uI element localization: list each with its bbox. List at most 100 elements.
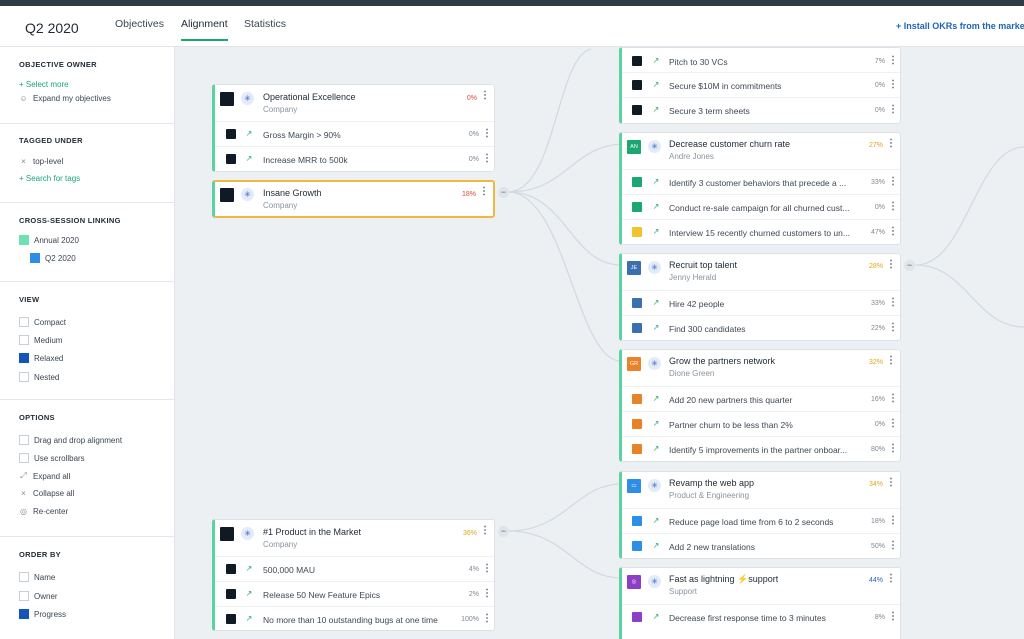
more-menu-icon[interactable]: ⋮ (888, 227, 898, 237)
key-result-row[interactable]: ↗ 500,000 MAU 4% ⋮ (215, 557, 494, 582)
objective-card-insane-growth[interactable]: ✳ Insane Growth Company 18% ⋮ (212, 180, 495, 218)
more-menu-icon[interactable]: ⋮ (886, 260, 896, 270)
key-result-row[interactable]: ↗ No more than 10 outstanding bugs at on… (215, 607, 494, 632)
collapse-all-button[interactable]: × Collapse all (19, 489, 74, 498)
checkbox[interactable] (19, 591, 29, 601)
key-result-row[interactable]: ↗ Hire 42 people 33% ⋮ (622, 291, 900, 316)
key-result-row[interactable]: ↗ Add 2 new translations 50% ⋮ (622, 534, 900, 559)
tab-statistics[interactable]: Statistics (244, 18, 286, 39)
more-menu-icon[interactable]: ⋮ (482, 589, 492, 599)
checkbox[interactable] (19, 572, 29, 582)
view-option-medium[interactable]: Medium (19, 335, 62, 345)
key-result-row[interactable]: ↗ Gross Margin > 90% 0% ⋮ (215, 122, 494, 147)
key-result-row[interactable]: ↗ Reduce page load time from 6 to 2 seco… (622, 509, 900, 534)
option-scrollbars[interactable]: Use scrollbars (19, 453, 85, 463)
objective-name[interactable]: Revamp the web app (669, 478, 754, 488)
more-menu-icon[interactable]: ⋮ (888, 80, 898, 90)
expand-all-button[interactable]: ⤢ Expand all (19, 471, 70, 481)
objective-name[interactable]: Operational Excellence (263, 92, 356, 102)
more-menu-icon[interactable]: ⋮ (888, 612, 898, 622)
session-q2-2020[interactable]: Q2 2020 (30, 253, 76, 263)
search-tags-link[interactable]: + Search for tags (19, 174, 80, 183)
checkbox[interactable] (19, 335, 29, 345)
objective-card-recruit[interactable]: JE ✳ Recruit top talent Jenny Herald 28%… (619, 253, 901, 341)
checkbox-checked[interactable] (19, 353, 29, 363)
objective-card-fundraising[interactable]: ↗ Pitch to 30 VCs 7% ⋮ ↗ Secure $10M in … (619, 47, 901, 124)
key-result-row[interactable]: ↗ Add 20 new partners this quarter 16% ⋮ (622, 387, 900, 412)
more-menu-icon[interactable]: ⋮ (888, 298, 898, 308)
objective-name[interactable]: Decrease customer churn rate (669, 139, 790, 149)
collapse-toggle[interactable]: − (498, 526, 509, 537)
recenter-button[interactable]: ◎ Re-center (19, 507, 68, 516)
objective-card-partners[interactable]: GR ✳ Grow the partners network Dione Gre… (619, 349, 901, 462)
checkbox[interactable] (19, 453, 29, 463)
key-result-row[interactable]: ↗ Conduct re-sale campaign for all churn… (622, 195, 900, 220)
objective-name[interactable]: Grow the partners network (669, 356, 775, 366)
key-result-row[interactable]: ↗ Increase MRR to 500k 0% ⋮ (215, 147, 494, 172)
key-result-row[interactable]: ↗ Partner churn to be less than 2% 0% ⋮ (622, 412, 900, 437)
more-menu-icon[interactable]: ⋮ (888, 516, 898, 526)
objective-name[interactable]: Insane Growth (263, 188, 322, 198)
more-menu-icon[interactable]: ⋮ (482, 154, 492, 164)
more-menu-icon[interactable]: ⋮ (888, 177, 898, 187)
alignment-canvas[interactable]: ✳ Operational Excellence Company 0% ⋮ ↗ … (176, 47, 1024, 639)
objective-name[interactable]: Recruit top talent (669, 260, 737, 270)
option-drag-drop[interactable]: Drag and drop alignment (19, 435, 122, 445)
key-result-row[interactable]: ↗ Secure 3 term sheets 0% ⋮ (622, 98, 900, 123)
more-menu-icon[interactable]: ⋮ (888, 394, 898, 404)
more-menu-icon[interactable]: ⋮ (888, 541, 898, 551)
key-result-row[interactable]: ↗ Pitch to 30 VCs 7% ⋮ (622, 48, 900, 73)
more-menu-icon[interactable]: ⋮ (888, 323, 898, 333)
expand-my-objectives[interactable]: ☺ Expand my objectives (19, 94, 110, 103)
select-more-link[interactable]: + Select more (19, 80, 69, 89)
checkbox[interactable] (19, 372, 29, 382)
view-option-compact[interactable]: Compact (19, 317, 66, 327)
more-menu-icon[interactable]: ⋮ (888, 444, 898, 454)
key-result-row[interactable]: ↗ Secure $10M in commitments 0% ⋮ (622, 73, 900, 98)
key-result-row[interactable]: ↗ Decrease first response time to 3 minu… (622, 605, 900, 630)
more-menu-icon[interactable]: ⋮ (888, 56, 898, 66)
objective-card-churn[interactable]: AN ✳ Decrease customer churn rate Andre … (619, 132, 901, 245)
tab-alignment[interactable]: Alignment (181, 18, 228, 41)
checkbox[interactable] (19, 317, 29, 327)
tab-objectives[interactable]: Objectives (115, 18, 164, 39)
install-okrs-link[interactable]: + Install OKRs from the marke (896, 21, 1024, 31)
key-result-row[interactable]: ↗ Interview 15 recently churned customer… (622, 220, 900, 245)
objective-name[interactable]: Fast as lightning ⚡support (669, 574, 778, 585)
more-menu-icon[interactable]: ⋮ (482, 564, 492, 574)
order-option-owner[interactable]: Owner (19, 591, 58, 601)
collapse-toggle[interactable]: − (498, 187, 509, 198)
more-menu-icon[interactable]: ⋮ (482, 614, 492, 624)
more-menu-icon[interactable]: ⋮ (886, 356, 896, 366)
key-result-row[interactable]: ↗ Identify 3 customer behaviors that pre… (622, 170, 900, 195)
objective-card-support[interactable]: ◎ ✳ Fast as lightning ⚡support Support 4… (619, 567, 901, 639)
collapse-toggle[interactable]: − (904, 260, 915, 271)
remove-tag-icon[interactable]: × (19, 157, 28, 166)
objective-card-product[interactable]: ✳ #1 Product in the Market Company 36% ⋮… (212, 519, 495, 631)
more-menu-icon[interactable]: ⋮ (888, 419, 898, 429)
objective-card-operational-excellence[interactable]: ✳ Operational Excellence Company 0% ⋮ ↗ … (212, 84, 495, 172)
more-menu-icon[interactable]: ⋮ (480, 526, 490, 536)
checkbox-checked[interactable] (19, 609, 29, 619)
more-menu-icon[interactable]: ⋮ (888, 202, 898, 212)
session-title[interactable]: Q2 2020 (25, 20, 79, 36)
more-menu-icon[interactable]: ⋮ (482, 129, 492, 139)
more-menu-icon[interactable]: ⋮ (888, 105, 898, 115)
objective-name[interactable]: #1 Product in the Market (263, 527, 361, 537)
session-annual-2020[interactable]: Annual 2020 (19, 235, 79, 245)
checkbox[interactable] (19, 435, 29, 445)
key-result-row[interactable]: ↗ Find 300 candidates 22% ⋮ (622, 316, 900, 341)
order-option-progress[interactable]: Progress (19, 609, 66, 619)
more-menu-icon[interactable]: ⋮ (480, 91, 490, 101)
more-menu-icon[interactable]: ⋮ (886, 478, 896, 488)
more-menu-icon[interactable]: ⋮ (886, 574, 896, 584)
view-option-relaxed[interactable]: Relaxed (19, 353, 63, 363)
order-option-name[interactable]: Name (19, 572, 55, 582)
view-option-nested[interactable]: Nested (19, 372, 59, 382)
key-result-row[interactable]: ↗ Release 50 New Feature Epics 2% ⋮ (215, 582, 494, 607)
key-result-row[interactable]: ↗ Identify 5 improvements in the partner… (622, 437, 900, 462)
more-menu-icon[interactable]: ⋮ (886, 139, 896, 149)
more-menu-icon[interactable]: ⋮ (479, 187, 489, 197)
tag-chip[interactable]: × top-level (19, 157, 63, 166)
objective-card-webapp[interactable]: ▭ ✳ Revamp the web app Product & Enginee… (619, 471, 901, 559)
